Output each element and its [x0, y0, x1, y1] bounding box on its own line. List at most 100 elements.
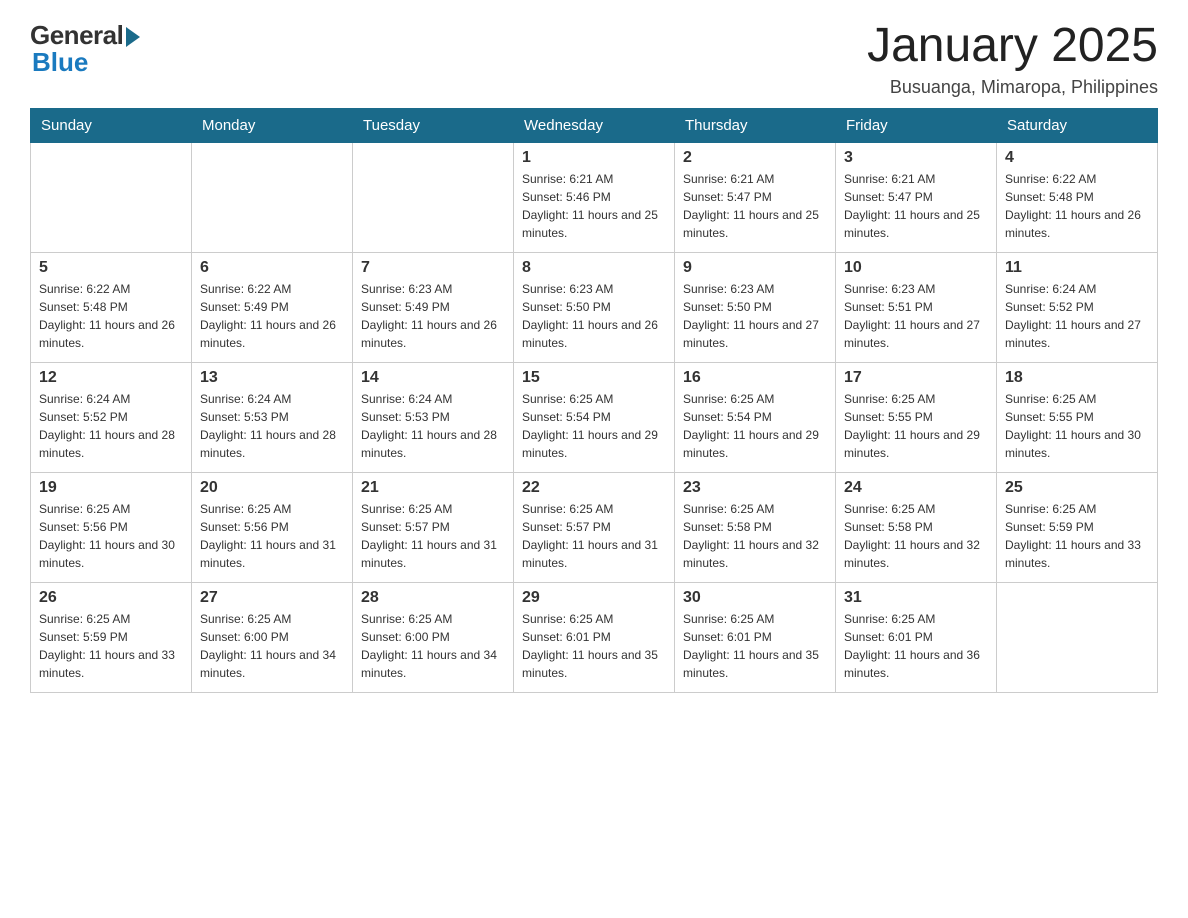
cell-week1-day1	[192, 142, 353, 252]
day-number: 28	[361, 589, 505, 607]
day-number: 31	[844, 589, 988, 607]
cell-week3-day4: 16Sunrise: 6:25 AMSunset: 5:54 PMDayligh…	[675, 362, 836, 472]
cell-week4-day5: 24Sunrise: 6:25 AMSunset: 5:58 PMDayligh…	[836, 472, 997, 582]
day-number: 9	[683, 259, 827, 277]
cell-week4-day1: 20Sunrise: 6:25 AMSunset: 5:56 PMDayligh…	[192, 472, 353, 582]
day-info: Sunrise: 6:23 AMSunset: 5:50 PMDaylight:…	[683, 280, 827, 352]
day-info: Sunrise: 6:25 AMSunset: 6:01 PMDaylight:…	[683, 610, 827, 682]
day-number: 8	[522, 259, 666, 277]
day-info: Sunrise: 6:25 AMSunset: 5:55 PMDaylight:…	[844, 390, 988, 462]
day-info: Sunrise: 6:23 AMSunset: 5:51 PMDaylight:…	[844, 280, 988, 352]
day-number: 10	[844, 259, 988, 277]
day-info: Sunrise: 6:25 AMSunset: 5:59 PMDaylight:…	[1005, 500, 1149, 572]
cell-week5-day5: 31 Sunrise: 6:25 AMSunset: 6:01 PMDayligh…	[836, 582, 997, 692]
page-header: General Blue January 2025 Busuanga, Mima…	[30, 20, 1158, 98]
day-info: Sunrise: 6:22 AMSunset: 5:48 PMDaylight:…	[39, 280, 183, 352]
cell-week3-day0: 12 Sunrise: 6:24 AMSunset: 5:52 PMDayligh…	[31, 362, 192, 472]
cell-week3-day5: 17Sunrise: 6:25 AMSunset: 5:55 PMDayligh…	[836, 362, 997, 472]
cell-week5-day6	[997, 582, 1158, 692]
cell-week4-day2: 21 Sunrise: 6:25 AMSunset: 5:57 PMDayligh…	[353, 472, 514, 582]
title-block: January 2025 Busuanga, Mimaropa, Philipp…	[867, 20, 1158, 98]
day-info: Sunrise: 6:25 AMSunset: 5:57 PMDaylight:…	[361, 500, 505, 572]
header-sunday: Sunday	[31, 108, 192, 142]
day-number: 13	[200, 369, 344, 387]
day-info: Sunrise: 6:25 AMSunset: 6:00 PMDaylight:…	[200, 610, 344, 682]
day-number: 15	[522, 369, 666, 387]
header-row: SundayMondayTuesdayWednesdayThursdayFrid…	[31, 108, 1158, 142]
cell-week5-day3: 29Sunrise: 6:25 AMSunset: 6:01 PMDayligh…	[514, 582, 675, 692]
day-number: 5	[39, 259, 183, 277]
header-wednesday: Wednesday	[514, 108, 675, 142]
day-info: Sunrise: 6:25 AMSunset: 5:56 PMDaylight:…	[39, 500, 183, 572]
day-number: 30	[683, 589, 827, 607]
cell-week4-day6: 25 Sunrise: 6:25 AMSunset: 5:59 PMDayligh…	[997, 472, 1158, 582]
header-monday: Monday	[192, 108, 353, 142]
day-number: 22	[522, 479, 666, 497]
day-info: Sunrise: 6:25 AMSunset: 5:58 PMDaylight:…	[844, 500, 988, 572]
logo-blue-text: Blue	[32, 47, 88, 78]
day-info: Sunrise: 6:25 AMSunset: 6:00 PMDaylight:…	[361, 610, 505, 682]
logo-arrow-icon	[126, 27, 140, 47]
cell-week4-day0: 19 Sunrise: 6:25 AMSunset: 5:56 PMDayligh…	[31, 472, 192, 582]
location-text: Busuanga, Mimaropa, Philippines	[867, 77, 1158, 98]
cell-week5-day2: 28 Sunrise: 6:25 AMSunset: 6:00 PMDayligh…	[353, 582, 514, 692]
cell-week5-day4: 30 Sunrise: 6:25 AMSunset: 6:01 PMDayligh…	[675, 582, 836, 692]
day-number: 19	[39, 479, 183, 497]
header-friday: Friday	[836, 108, 997, 142]
cell-week2-day5: 10 Sunrise: 6:23 AMSunset: 5:51 PMDayligh…	[836, 252, 997, 362]
cell-week1-day6: 4 Sunrise: 6:22 AMSunset: 5:48 PMDaylight…	[997, 142, 1158, 252]
cell-week5-day0: 26 Sunrise: 6:25 AMSunset: 5:59 PMDayligh…	[31, 582, 192, 692]
day-number: 25	[1005, 479, 1149, 497]
day-info: Sunrise: 6:25 AMSunset: 5:54 PMDaylight:…	[522, 390, 666, 462]
day-number: 3	[844, 149, 988, 167]
day-info: Sunrise: 6:24 AMSunset: 5:52 PMDaylight:…	[39, 390, 183, 462]
day-number: 11	[1005, 259, 1149, 277]
cell-week3-day3: 15 Sunrise: 6:25 AMSunset: 5:54 PMDayligh…	[514, 362, 675, 472]
day-info: Sunrise: 6:21 AMSunset: 5:47 PMDaylight:…	[844, 170, 988, 242]
header-saturday: Saturday	[997, 108, 1158, 142]
cell-week1-day4: 2Sunrise: 6:21 AMSunset: 5:47 PMDaylight…	[675, 142, 836, 252]
cell-week4-day3: 22Sunrise: 6:25 AMSunset: 5:57 PMDayligh…	[514, 472, 675, 582]
day-info: Sunrise: 6:22 AMSunset: 5:48 PMDaylight:…	[1005, 170, 1149, 242]
day-info: Sunrise: 6:23 AMSunset: 5:49 PMDaylight:…	[361, 280, 505, 352]
day-info: Sunrise: 6:25 AMSunset: 5:59 PMDaylight:…	[39, 610, 183, 682]
day-number: 4	[1005, 149, 1149, 167]
cell-week1-day0	[31, 142, 192, 252]
logo: General Blue	[30, 20, 140, 78]
day-info: Sunrise: 6:22 AMSunset: 5:49 PMDaylight:…	[200, 280, 344, 352]
cell-week1-day5: 3 Sunrise: 6:21 AMSunset: 5:47 PMDaylight…	[836, 142, 997, 252]
cell-week3-day2: 14Sunrise: 6:24 AMSunset: 5:53 PMDayligh…	[353, 362, 514, 472]
cell-week2-day2: 7 Sunrise: 6:23 AMSunset: 5:49 PMDaylight…	[353, 252, 514, 362]
cell-week3-day1: 13 Sunrise: 6:24 AMSunset: 5:53 PMDayligh…	[192, 362, 353, 472]
day-info: Sunrise: 6:25 AMSunset: 5:56 PMDaylight:…	[200, 500, 344, 572]
calendar-table: SundayMondayTuesdayWednesdayThursdayFrid…	[30, 108, 1158, 693]
week-row-5: 26 Sunrise: 6:25 AMSunset: 5:59 PMDayligh…	[31, 582, 1158, 692]
day-number: 27	[200, 589, 344, 607]
cell-week5-day1: 27 Sunrise: 6:25 AMSunset: 6:00 PMDayligh…	[192, 582, 353, 692]
day-number: 29	[522, 589, 666, 607]
cell-week2-day4: 9 Sunrise: 6:23 AMSunset: 5:50 PMDaylight…	[675, 252, 836, 362]
day-number: 6	[200, 259, 344, 277]
day-info: Sunrise: 6:25 AMSunset: 6:01 PMDaylight:…	[844, 610, 988, 682]
cell-week1-day2	[353, 142, 514, 252]
day-number: 26	[39, 589, 183, 607]
week-row-2: 5 Sunrise: 6:22 AMSunset: 5:48 PMDaylight…	[31, 252, 1158, 362]
day-number: 18	[1005, 369, 1149, 387]
day-info: Sunrise: 6:24 AMSunset: 5:53 PMDaylight:…	[200, 390, 344, 462]
day-number: 23	[683, 479, 827, 497]
day-number: 7	[361, 259, 505, 277]
day-info: Sunrise: 6:21 AMSunset: 5:46 PMDaylight:…	[522, 170, 666, 242]
cell-week2-day3: 8 Sunrise: 6:23 AMSunset: 5:50 PMDaylight…	[514, 252, 675, 362]
cell-week3-day6: 18 Sunrise: 6:25 AMSunset: 5:55 PMDayligh…	[997, 362, 1158, 472]
cell-week2-day1: 6 Sunrise: 6:22 AMSunset: 5:49 PMDaylight…	[192, 252, 353, 362]
day-number: 12	[39, 369, 183, 387]
cell-week2-day0: 5 Sunrise: 6:22 AMSunset: 5:48 PMDaylight…	[31, 252, 192, 362]
day-info: Sunrise: 6:25 AMSunset: 5:55 PMDaylight:…	[1005, 390, 1149, 462]
day-number: 14	[361, 369, 505, 387]
day-number: 1	[522, 149, 666, 167]
day-info: Sunrise: 6:23 AMSunset: 5:50 PMDaylight:…	[522, 280, 666, 352]
week-row-4: 19 Sunrise: 6:25 AMSunset: 5:56 PMDayligh…	[31, 472, 1158, 582]
day-info: Sunrise: 6:21 AMSunset: 5:47 PMDaylight:…	[683, 170, 827, 242]
day-number: 21	[361, 479, 505, 497]
day-info: Sunrise: 6:25 AMSunset: 5:58 PMDaylight:…	[683, 500, 827, 572]
